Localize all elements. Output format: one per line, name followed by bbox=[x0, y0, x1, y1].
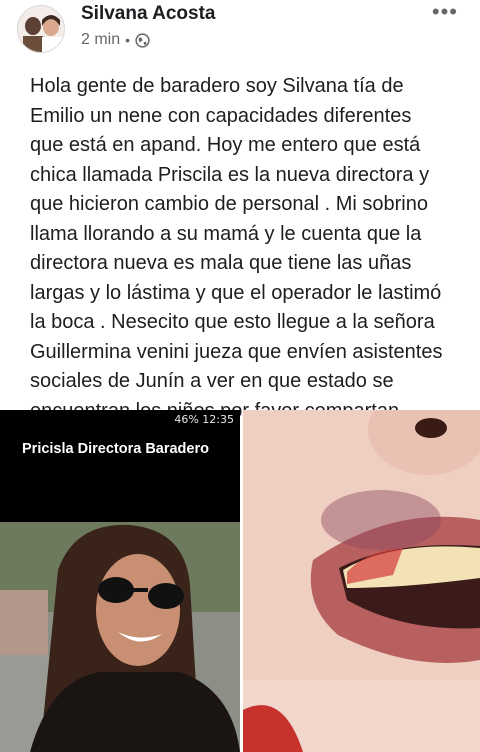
author-avatar[interactable] bbox=[17, 5, 65, 53]
post-text-line: llama llorando a su mamá y le cuenta que… bbox=[30, 222, 422, 245]
post-text-line: Hola gente de baradero soy Silvana tía d… bbox=[30, 75, 404, 97]
meta-separator: • bbox=[125, 32, 131, 48]
post-text-line: Emilio un nene con capacidades diferente… bbox=[30, 104, 412, 127]
post-text-line: Guillermina venini jueza que envíen asis… bbox=[30, 340, 443, 363]
post-text: Hola gente de baradero soy Silvana tía d… bbox=[30, 72, 470, 426]
post-text-line: que hicieron cambio de personal . Mi sob… bbox=[30, 193, 428, 215]
post-timestamp[interactable]: 2 min bbox=[81, 31, 120, 49]
post-text-line: sociales de Junín a ver en que estado se bbox=[30, 370, 394, 392]
photo-injured-mouth[interactable] bbox=[243, 410, 480, 752]
post-text-line: que está en apand. Hoy me entero que est… bbox=[30, 134, 421, 156]
post-text-line: la boca . Nesecito que esto llegue a la … bbox=[30, 311, 435, 333]
post-header: Silvana Acosta 2 min • ••• bbox=[0, 0, 480, 62]
photo-screenshot-portrait[interactable]: 46% 12:35 Pricisla Directora Baradero bbox=[0, 410, 240, 752]
globe-icon bbox=[135, 32, 150, 48]
more-options-button[interactable]: ••• bbox=[432, 1, 458, 23]
portrait-illustration bbox=[0, 522, 240, 752]
mouth-illustration bbox=[243, 410, 480, 752]
post-text-line: chica llamada Priscila es la nueva direc… bbox=[30, 163, 430, 186]
post-meta: 2 min • bbox=[81, 31, 150, 49]
post-text-line: directora nueva es mala que tiene las uñ… bbox=[30, 252, 412, 274]
author-name[interactable]: Silvana Acosta bbox=[81, 3, 215, 25]
post-text-line: largas y lo lástima y que el operador le… bbox=[30, 281, 442, 304]
post-photos: 46% 12:35 Pricisla Directora Baradero bbox=[0, 410, 480, 752]
